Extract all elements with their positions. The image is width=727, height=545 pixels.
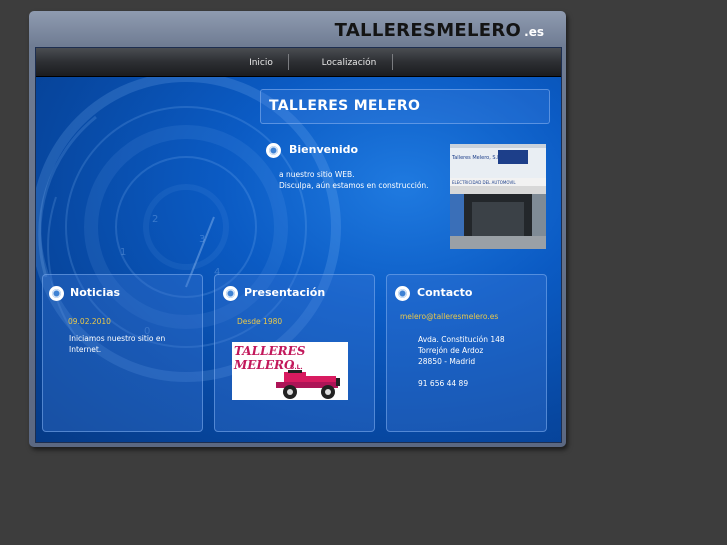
- contact-panel: Contacto melero@talleresmelero.es Avda. …: [386, 274, 547, 432]
- logo-domain-ext: .es: [524, 25, 544, 39]
- welcome-text: a nuestro sitio WEB. Disculpa, aún estam…: [279, 170, 429, 190]
- contact-address: Avda. Constitución 148 Torrejón de Ardoz…: [418, 335, 505, 366]
- workshop-photo: Talleres Melero, S.L. ELECTRICIDAD DEL A…: [450, 144, 546, 249]
- content-area: Inicio Localización 2 1 0 4 3 TALLERES M…: [35, 47, 562, 443]
- news-date: 09.02.2010: [68, 317, 111, 326]
- contact-phone: 91 656 44 89: [418, 379, 469, 388]
- bullet-icon: [49, 286, 64, 301]
- svg-text:1: 1: [120, 247, 126, 258]
- svg-text:2: 2: [152, 214, 158, 225]
- nav-bar: Inicio Localización: [36, 48, 561, 77]
- nav-item-localizacion[interactable]: Localización: [312, 48, 386, 76]
- photo-banner-text: ELECTRICIDAD DEL AUTOMOVIL: [452, 180, 516, 185]
- main-stage: 2 1 0 4 3 TALLERES MELERO Bienvenido a n…: [36, 77, 561, 442]
- logo-line2: MELERO: [233, 358, 295, 372]
- news-heading: Noticias: [70, 286, 121, 299]
- site-logo[interactable]: TALLERESMELERO .es: [335, 20, 544, 41]
- about-heading: Presentación: [244, 286, 326, 299]
- photo-sign-text: Talleres Melero, S.L.: [451, 155, 502, 161]
- bullet-icon: [223, 286, 238, 301]
- page-title: TALLERES MELERO: [269, 98, 421, 114]
- logo-line1: TALLERES: [234, 344, 306, 358]
- welcome-heading: Bienvenido: [289, 143, 359, 156]
- vintage-car-icon: [276, 370, 340, 399]
- nav-separator: [392, 54, 393, 70]
- contact-heading: Contacto: [417, 286, 473, 299]
- bullet-icon: [266, 143, 281, 158]
- main-title-box: TALLERES MELERO: [260, 89, 550, 124]
- company-logo-card: TALLERES MELERO S.L.: [232, 342, 348, 400]
- logo-main-text: TALLERESMELERO: [334, 20, 522, 41]
- news-panel: Noticias 09.02.2010 Iniciamos nuestro si…: [42, 274, 203, 432]
- contact-email-link[interactable]: melero@talleresmelero.es: [400, 312, 498, 321]
- site-frame: TALLERESMELERO .es Inicio Localización 2…: [29, 11, 566, 447]
- bullet-icon: [395, 286, 410, 301]
- news-text: Iniciamos nuestro sitio en Internet.: [69, 334, 166, 354]
- nav-item-inicio[interactable]: Inicio: [236, 48, 286, 76]
- about-since: Desde 1980: [237, 317, 283, 326]
- nav-separator: [288, 54, 289, 70]
- logo-suffix: S.L.: [290, 364, 303, 371]
